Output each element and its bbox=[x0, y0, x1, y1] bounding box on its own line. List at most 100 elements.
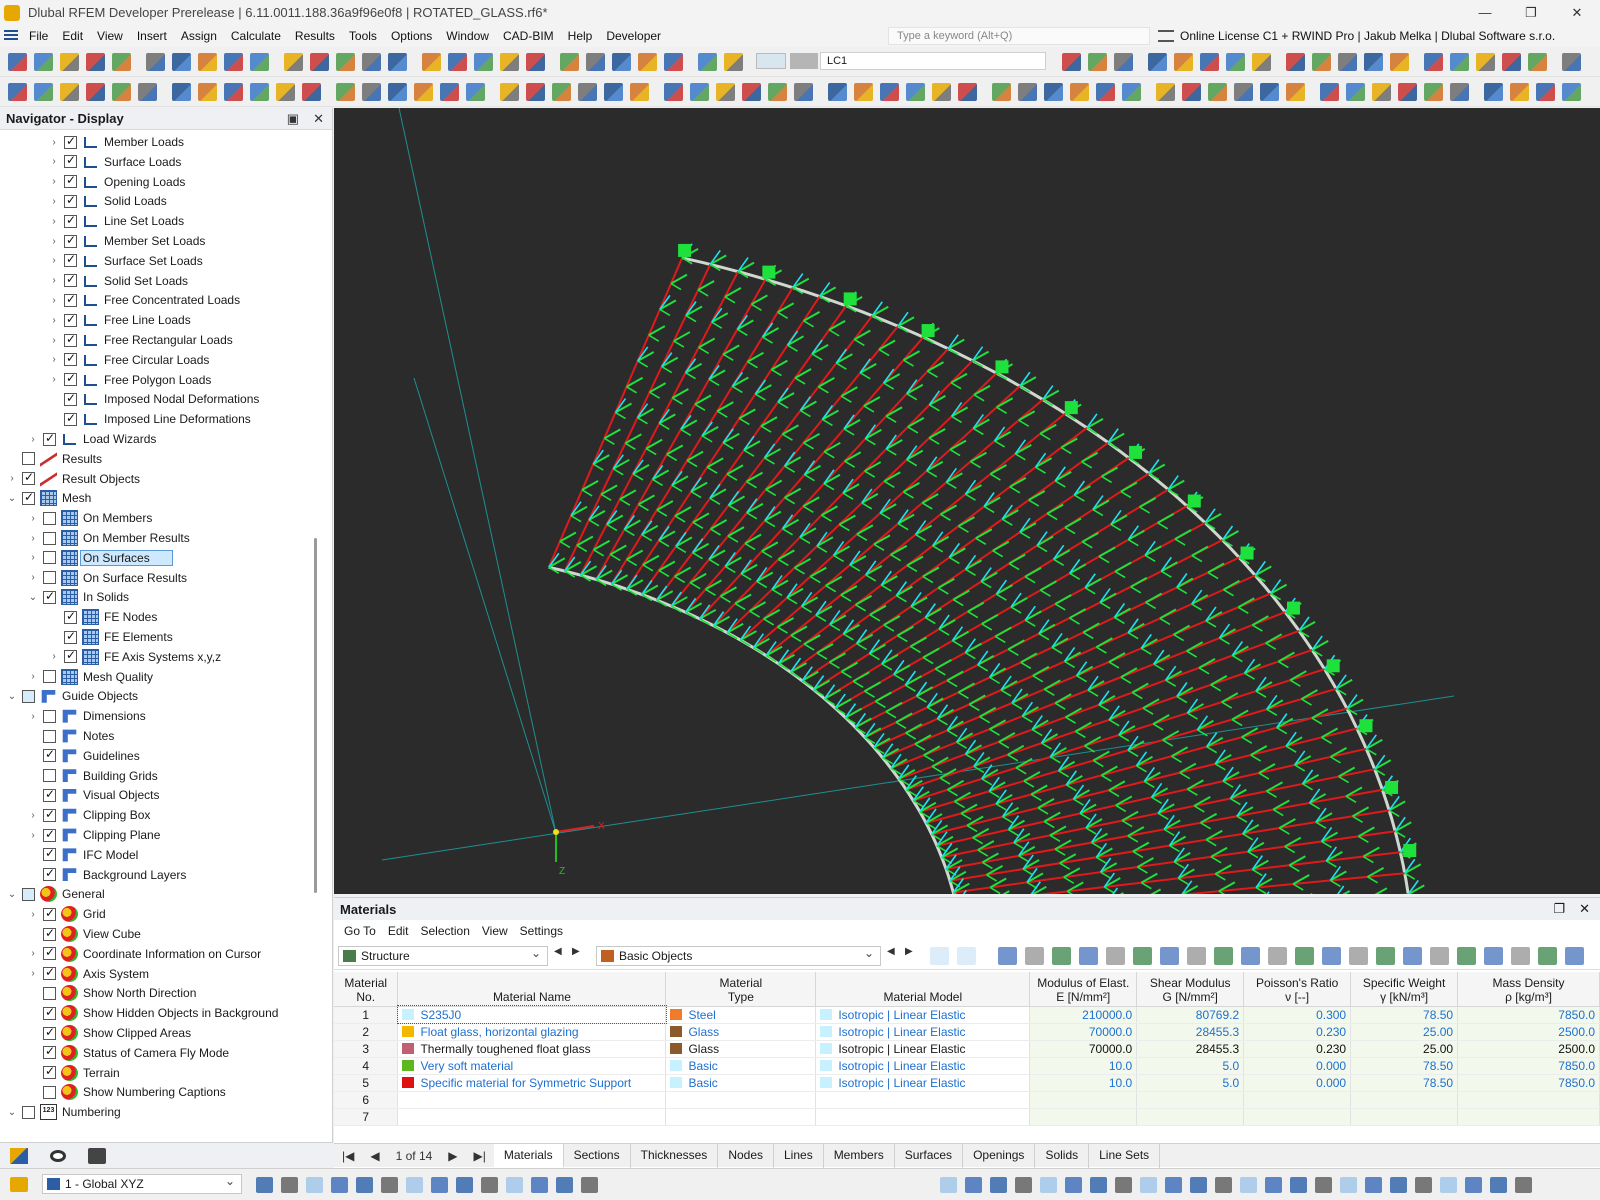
material-type-cell[interactable]: Basic bbox=[665, 1074, 817, 1092]
material-model-cell[interactable] bbox=[815, 1091, 1031, 1109]
toolbar-button-icon[interactable] bbox=[448, 53, 467, 71]
toolbar-button-icon[interactable] bbox=[958, 83, 977, 101]
table-tool-icon[interactable] bbox=[1241, 947, 1260, 965]
status-tool-icon[interactable] bbox=[1040, 1177, 1057, 1193]
toolbar-button-icon[interactable] bbox=[1286, 53, 1305, 71]
status-tool-icon[interactable] bbox=[256, 1177, 273, 1193]
visibility-checkbox[interactable] bbox=[43, 747, 56, 763]
material-model-cell[interactable]: Isotropic | Linear Elastic bbox=[815, 1074, 1031, 1092]
toolbar-button-icon[interactable] bbox=[1208, 83, 1227, 101]
status-tool-icon[interactable] bbox=[990, 1177, 1007, 1193]
loadcase-select[interactable]: LC1 bbox=[820, 52, 1046, 70]
toolbar-button-icon[interactable] bbox=[112, 83, 131, 101]
toolbar-button-icon[interactable] bbox=[60, 83, 79, 101]
table-tool-icon[interactable] bbox=[1511, 947, 1530, 965]
toolbar-button-icon[interactable] bbox=[1018, 83, 1037, 101]
nav-item-free-concentrated-loads[interactable]: › Free Concentrated Loads bbox=[48, 290, 240, 310]
toolbar-button-icon[interactable] bbox=[112, 53, 131, 71]
expand-chevron-icon[interactable]: › bbox=[48, 255, 60, 266]
tab-members[interactable]: Members bbox=[824, 1143, 895, 1168]
nav-item-clipping-box[interactable]: › Clipping Box bbox=[27, 805, 150, 825]
table-row[interactable]: 7 bbox=[334, 1108, 1600, 1126]
toolbar-button-icon[interactable] bbox=[336, 53, 355, 71]
toolbar-button-icon[interactable] bbox=[698, 53, 717, 71]
visibility-checkbox[interactable] bbox=[43, 709, 56, 723]
table-tool-icon[interactable] bbox=[1322, 947, 1341, 965]
toolbar-button-icon[interactable] bbox=[612, 53, 631, 71]
prev-object-button[interactable]: ◀ bbox=[887, 946, 895, 957]
expand-chevron-icon[interactable]: › bbox=[27, 711, 39, 722]
material-nu-value[interactable]: 0.230 bbox=[1243, 1040, 1352, 1058]
tab-lines[interactable]: Lines bbox=[774, 1143, 824, 1168]
first-page-button[interactable]: |◀ bbox=[334, 1149, 362, 1163]
column-header[interactable]: Material Type bbox=[665, 972, 817, 1007]
material-e-value[interactable]: 10.0 bbox=[1029, 1057, 1138, 1075]
expand-chevron-icon[interactable]: › bbox=[48, 295, 60, 306]
toolbar-button-icon[interactable] bbox=[630, 83, 649, 101]
table-tool-icon[interactable] bbox=[1133, 947, 1152, 965]
nav-item-guide-objects[interactable]: ⌄ Guide Objects bbox=[6, 686, 138, 706]
menu-cad-bim[interactable]: CAD-BIM bbox=[496, 29, 561, 43]
visibility-checkbox[interactable] bbox=[64, 371, 77, 387]
nav-item-fe-nodes[interactable]: FE Nodes bbox=[48, 607, 157, 627]
nav-item-opening-loads[interactable]: › Opening Loads bbox=[48, 172, 185, 192]
menu-window[interactable]: Window bbox=[439, 29, 496, 43]
collapse-chevron-icon[interactable]: ⌄ bbox=[6, 691, 18, 702]
status-tool-icon[interactable] bbox=[281, 1177, 298, 1193]
table-tool-icon[interactable] bbox=[1538, 947, 1557, 965]
nav-item-ifc-model[interactable]: IFC Model bbox=[27, 845, 138, 865]
restore-button[interactable]: ❐ bbox=[1508, 0, 1554, 25]
nav-item-guidelines[interactable]: Guidelines bbox=[27, 746, 140, 766]
material-gamma-value[interactable]: 78.50 bbox=[1350, 1006, 1459, 1024]
toolbar-button-icon[interactable] bbox=[1562, 53, 1581, 71]
material-model-cell[interactable]: Isotropic | Linear Elastic bbox=[815, 1006, 1031, 1024]
visibility-checkbox[interactable] bbox=[22, 452, 35, 466]
toolbar-button-icon[interactable] bbox=[250, 83, 269, 101]
visibility-checkbox[interactable] bbox=[43, 729, 56, 743]
toolbar-button-icon[interactable] bbox=[86, 53, 105, 71]
table-tool-icon[interactable] bbox=[1079, 947, 1098, 965]
visibility-checkbox[interactable] bbox=[43, 670, 56, 684]
expand-chevron-icon[interactable]: › bbox=[48, 651, 60, 662]
toolbar-button-icon[interactable] bbox=[1536, 83, 1555, 101]
pin-icon[interactable]: ▣ bbox=[287, 111, 299, 127]
toolbar-button-icon[interactable] bbox=[906, 83, 925, 101]
material-g-value[interactable]: 80769.2 bbox=[1136, 1006, 1245, 1024]
nav-item-building-grids[interactable]: Building Grids bbox=[27, 766, 158, 786]
toolbar-button-icon[interactable] bbox=[1424, 83, 1443, 101]
material-nu-value[interactable]: 0.230 bbox=[1243, 1023, 1352, 1041]
nav-item-show-numbering-captions[interactable]: Show Numbering Captions bbox=[27, 1082, 226, 1102]
visibility-checkbox[interactable] bbox=[64, 351, 77, 367]
toolbar-button-icon[interactable] bbox=[1390, 53, 1409, 71]
collapse-chevron-icon[interactable]: ⌄ bbox=[6, 493, 18, 504]
toolbar-button-icon[interactable] bbox=[1062, 53, 1081, 71]
nav-item-clipping-plane[interactable]: › Clipping Plane bbox=[27, 825, 160, 845]
expand-chevron-icon[interactable]: › bbox=[48, 315, 60, 326]
material-g-value[interactable]: 28455.3 bbox=[1136, 1040, 1245, 1058]
status-tool-icon[interactable] bbox=[940, 1177, 957, 1193]
toolbar-button-icon[interactable] bbox=[1252, 53, 1271, 71]
close-panel-icon[interactable]: ✕ bbox=[1579, 901, 1590, 917]
material-nu-value[interactable] bbox=[1243, 1108, 1352, 1126]
toolbar-button-icon[interactable] bbox=[604, 83, 623, 101]
visibility-checkbox[interactable] bbox=[64, 292, 77, 307]
material-rho-value[interactable]: 7850.0 bbox=[1457, 1074, 1600, 1092]
nav-item-show-clipped-areas[interactable]: Show Clipped Areas bbox=[27, 1023, 191, 1043]
nav-item-coordinate-information-on-cursor[interactable]: › Coordinate Information on Cursor bbox=[27, 944, 261, 964]
nav-item-view-cube[interactable]: View Cube bbox=[27, 924, 141, 944]
table-row[interactable]: 1 S235J0 Steel Isotropic | Linear Elastic 21… bbox=[334, 1005, 1600, 1024]
visibility-checkbox[interactable] bbox=[22, 887, 35, 901]
toolbar-button-icon[interactable] bbox=[1372, 83, 1391, 101]
expand-chevron-icon[interactable]: › bbox=[27, 810, 39, 821]
toolbar-button-icon[interactable] bbox=[284, 53, 303, 71]
expand-chevron-icon[interactable]: › bbox=[27, 830, 39, 841]
material-e-value[interactable] bbox=[1029, 1108, 1138, 1126]
table-tool-icon[interactable] bbox=[1214, 947, 1233, 965]
visibility-checkbox[interactable] bbox=[43, 431, 56, 446]
material-gamma-value[interactable] bbox=[1350, 1091, 1459, 1109]
nav-item-surface-loads[interactable]: › Surface Loads bbox=[48, 152, 181, 172]
table-tool-icon[interactable] bbox=[1403, 947, 1422, 965]
material-gamma-value[interactable]: 25.00 bbox=[1350, 1040, 1459, 1058]
nav-item-imposed-nodal-deformations[interactable]: Imposed Nodal Deformations bbox=[48, 389, 259, 409]
material-gamma-value[interactable]: 78.50 bbox=[1350, 1074, 1459, 1092]
